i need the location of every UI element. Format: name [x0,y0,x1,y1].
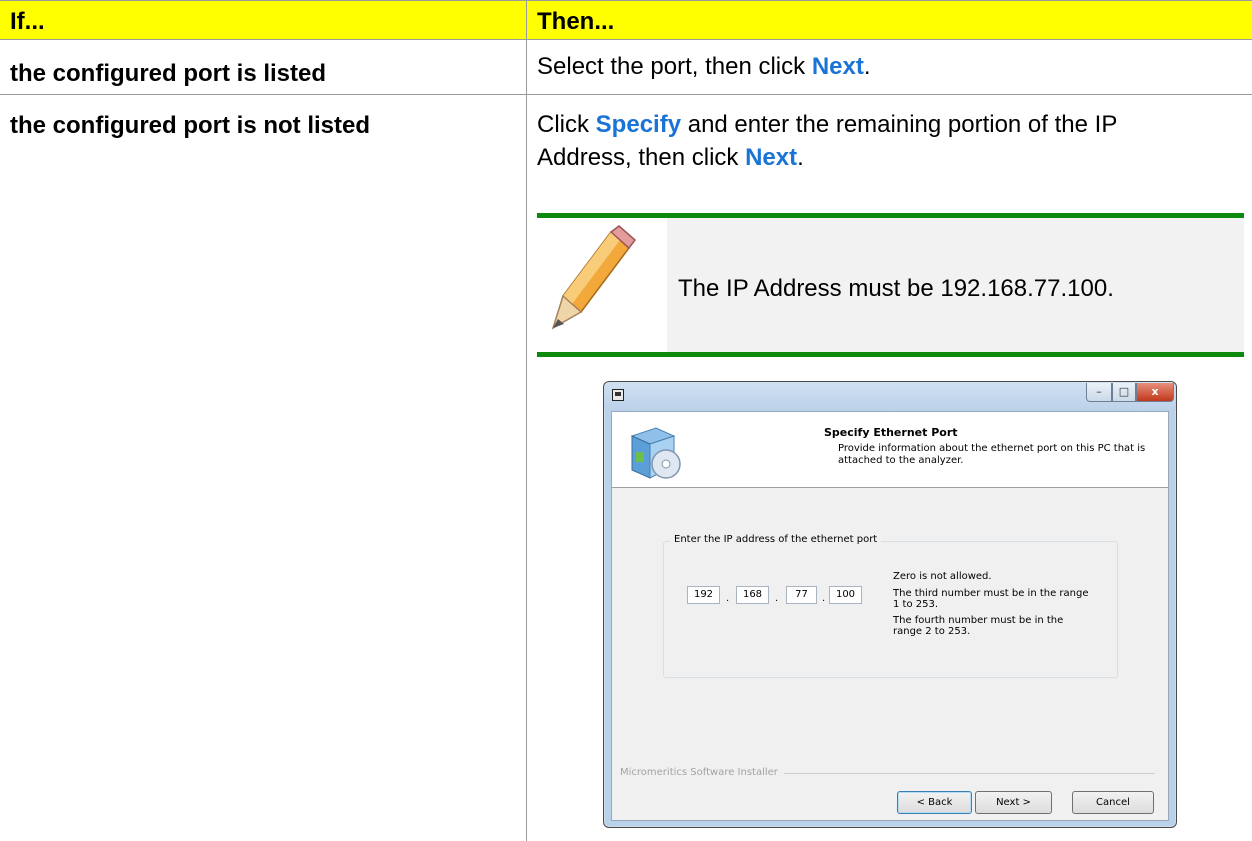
pencil-icon [551,225,637,330]
dialog-client: Specify Ethernet Port Provide informatio… [611,411,1169,821]
hint-third-number: The third number must be in the range 1 … [893,588,1089,610]
header-if: If... [0,0,526,40]
dialog-titlebar: – □ x [604,382,1176,410]
ip-octet-1-input[interactable]: 192 [687,586,720,604]
note-text: The IP Address must be 192.168.77.100. [678,275,1114,302]
row1-action-pre: Select the port, then click [537,53,812,80]
ip-dot: . [775,593,779,604]
maximize-button[interactable]: □ [1112,383,1136,402]
note-box: The IP Address must be 192.168.77.100. [537,213,1244,357]
back-button[interactable]: < Back [897,791,972,814]
cancel-button[interactable]: Cancel [1072,791,1154,814]
next-keyword: Next [745,144,798,171]
ip-octet-4-input[interactable]: 100 [829,586,862,604]
installer-box-icon [630,427,681,479]
specify-ethernet-port-dialog: – □ x Specify Ethernet Port Provide info… [603,381,1177,828]
ip-octet-2-input[interactable]: 168 [736,586,769,604]
hint-fourth-number: The fourth number must be in the range 2… [893,615,1064,637]
row-divider [0,94,1252,95]
header-if-label: If... [10,8,45,35]
footer-label: Micromeritics Software Installer [620,767,784,778]
if-then-table: If... Then... the configured port is lis… [0,0,1252,841]
ip-dot: . [726,593,730,604]
row2-action-post: . [797,144,804,171]
banner-title: Specify Ethernet Port [824,426,958,439]
row2-condition: the configured port is not listed [10,112,370,139]
note-icon-area [537,218,667,352]
ip-octet-3-input[interactable]: 77 [786,586,817,604]
row1-condition: the configured port is listed [10,60,327,87]
header-then-label: Then... [537,8,615,35]
ip-group-label: Enter the IP address of the ethernet por… [670,534,882,545]
row2-action-pre: Click [537,111,596,138]
app-icon [612,389,624,401]
header-then: Then... [527,0,1252,40]
banner-subtitle: Provide information about the ethernet p… [838,443,1146,466]
row2-action: Click Specify and enter the remaining po… [537,108,1137,174]
column-divider [526,0,527,841]
ip-dot: . [822,593,826,604]
row1-action: Select the port, then click Next. [537,50,871,83]
hint-zero: Zero is not allowed. [893,571,992,582]
next-button[interactable]: Next > [975,791,1052,814]
close-button[interactable]: x [1136,383,1174,402]
dialog-banner: Specify Ethernet Port Provide informatio… [612,412,1168,488]
specify-keyword: Specify [595,111,682,138]
minimize-button[interactable]: – [1086,383,1112,402]
row1-action-post: . [863,53,871,80]
next-keyword: Next [811,53,864,80]
